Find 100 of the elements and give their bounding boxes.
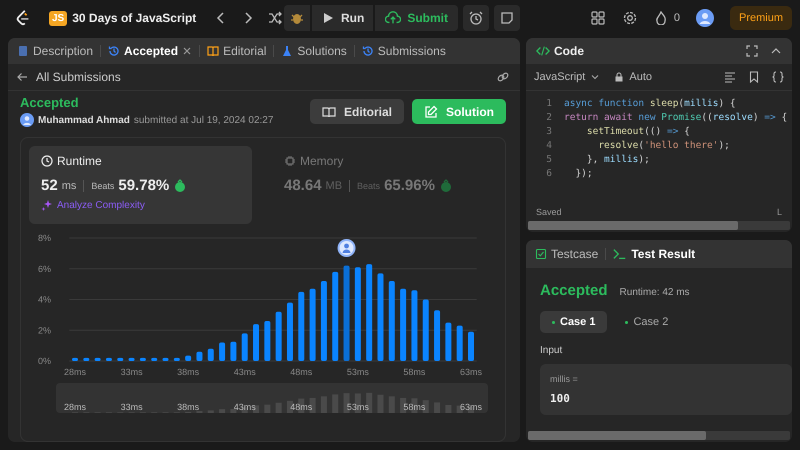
bar[interactable] [208, 348, 214, 361]
tab[interactable]: Testcase [532, 243, 602, 265]
y-axis-label: 0% [38, 356, 51, 366]
premium-button[interactable]: Premium [730, 6, 792, 30]
bar[interactable] [310, 288, 316, 361]
layout-icon[interactable] [590, 10, 606, 26]
back-link[interactable]: All Submissions [16, 70, 121, 84]
shuffle-icon[interactable] [267, 10, 284, 26]
avatar-icon [20, 113, 34, 127]
metric-unit: ms [62, 180, 76, 192]
line-number: 2 [545, 112, 552, 122]
bar[interactable] [117, 358, 124, 361]
case-tab[interactable]: Case 2 [613, 311, 680, 333]
bar[interactable] [196, 352, 202, 361]
timer-button[interactable] [463, 5, 489, 31]
y-axis-label: 8% [38, 233, 51, 243]
submit-button[interactable]: Submit [375, 5, 458, 31]
bar[interactable] [320, 281, 327, 361]
case-tab[interactable]: Case 1 [540, 311, 608, 333]
horizontal-scrollbar[interactable] [528, 221, 790, 230]
fullscreen-icon[interactable] [746, 45, 758, 57]
code-line: }); [574, 168, 593, 178]
play-icon [321, 11, 335, 25]
tab[interactable]: Solutions [278, 40, 350, 62]
bar[interactable] [140, 358, 146, 361]
bar[interactable] [162, 358, 169, 361]
x-axis-label: 63ms [460, 367, 482, 377]
tab[interactable]: Submissions [358, 40, 449, 62]
line-number: 3 [545, 126, 552, 136]
code-line: async function sleep(millis) { [564, 98, 736, 108]
study-plan-title[interactable]: 30 Days of JavaScript [72, 11, 196, 25]
navigator-label: 58ms [403, 402, 426, 412]
bar[interactable] [106, 358, 112, 361]
bar[interactable] [276, 312, 282, 361]
chevron-down-icon [590, 72, 600, 82]
bar[interactable] [185, 356, 192, 361]
flame-icon[interactable] [654, 11, 668, 25]
code-line: }, millis); [586, 154, 650, 164]
run-button[interactable]: Run [312, 5, 374, 31]
bookmark-icon[interactable] [748, 71, 760, 83]
metric-card[interactable]: Runtime 52 ms Beats 59.78% Analyze Complexity [29, 146, 252, 224]
author-name[interactable]: Muhammad Ahmad [38, 114, 130, 126]
submission-time: submitted at Jul 19, 2024 02:27 [134, 114, 274, 126]
navigator-label: 43ms [234, 402, 256, 412]
bar[interactable] [253, 324, 260, 361]
alarm-clock-icon [468, 10, 484, 26]
bar[interactable] [286, 302, 293, 361]
bar[interactable] [366, 264, 372, 361]
note-icon [499, 10, 515, 26]
bar[interactable] [298, 292, 304, 361]
bar[interactable] [377, 273, 384, 361]
bar[interactable] [445, 322, 452, 361]
bar[interactable] [468, 332, 474, 361]
bar[interactable] [434, 310, 440, 361]
language-dropdown[interactable]: JavaScript [534, 71, 600, 83]
streak-count[interactable]: 0 [674, 12, 680, 24]
y-axis-label: 2% [38, 325, 51, 336]
avatar-icon[interactable] [696, 9, 714, 27]
bar[interactable] [242, 333, 248, 361]
link-icon[interactable] [496, 70, 510, 84]
horizontal-scrollbar[interactable] [528, 431, 790, 440]
tab[interactable]: Description [14, 40, 96, 62]
settings-icon[interactable] [622, 10, 638, 26]
line-number: 1 [545, 98, 552, 108]
bar[interactable] [72, 358, 78, 361]
bar[interactable] [219, 342, 226, 361]
bar[interactable] [456, 326, 463, 361]
auto-mode-label[interactable]: Auto [629, 71, 652, 83]
bar[interactable] [332, 272, 338, 361]
bar[interactable] [411, 290, 418, 361]
metric-title: Memory [300, 154, 344, 168]
bar[interactable] [94, 358, 101, 361]
y-axis-label: 6% [38, 264, 51, 274]
edit-icon [424, 104, 438, 118]
tab[interactable]: Test Result [610, 243, 698, 265]
close-icon[interactable] [182, 46, 192, 56]
bar[interactable] [344, 266, 350, 361]
bar[interactable] [354, 267, 361, 361]
navigator-label: 38ms [177, 402, 200, 412]
bar[interactable] [400, 288, 406, 361]
bar[interactable] [230, 342, 236, 361]
tab[interactable]: Accepted [105, 40, 196, 62]
format-icon[interactable] [724, 71, 736, 83]
bar[interactable] [83, 358, 90, 361]
bar[interactable] [174, 358, 180, 361]
editorial-button[interactable]: Editorial [310, 99, 404, 124]
bar[interactable] [264, 321, 270, 361]
bar[interactable] [151, 358, 158, 361]
chip-icon [284, 155, 296, 167]
tab[interactable]: Editorial [204, 40, 270, 62]
notes-button[interactable] [494, 5, 520, 31]
parameter-value: 100 [550, 392, 571, 405]
bar[interactable] [388, 281, 395, 361]
x-axis-label: 43ms [234, 367, 256, 377]
line-number: 5 [545, 154, 552, 164]
debug-button[interactable] [284, 5, 310, 31]
braces-icon[interactable] [772, 71, 784, 83]
bar[interactable] [128, 358, 135, 361]
cloud-upload-icon [385, 10, 402, 26]
navigator-label: 53ms [346, 402, 369, 412]
